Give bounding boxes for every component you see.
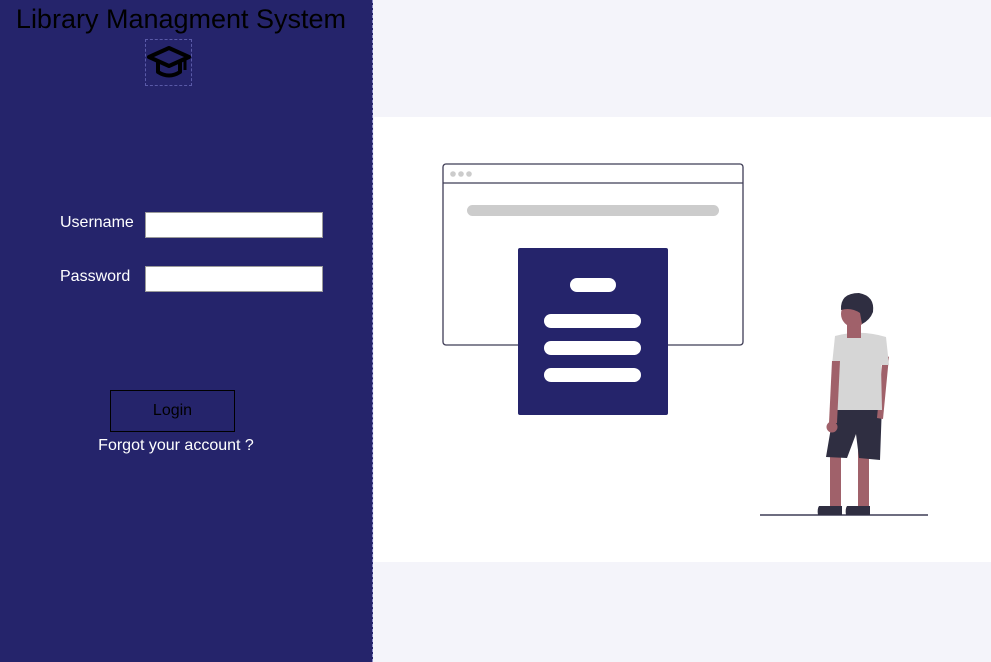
login-panel: Library Managment System Username Passwo… xyxy=(0,0,373,662)
logo xyxy=(145,39,192,86)
password-input[interactable] xyxy=(145,266,323,292)
document-card-graphic xyxy=(518,248,668,415)
username-input[interactable] xyxy=(145,212,323,238)
app-title: Library Managment System xyxy=(15,4,347,34)
login-button[interactable]: Login xyxy=(110,390,235,432)
person-with-browser-illustration xyxy=(442,163,928,516)
username-label: Username xyxy=(60,214,134,231)
graduation-cap-icon xyxy=(146,45,191,77)
forgot-account-link[interactable]: Forgot your account ? xyxy=(0,437,352,455)
illustration-panel xyxy=(374,117,991,562)
password-label: Password xyxy=(60,268,131,285)
person-graphic xyxy=(817,293,889,515)
login-screen: Library Managment System Username Passwo… xyxy=(0,0,991,662)
